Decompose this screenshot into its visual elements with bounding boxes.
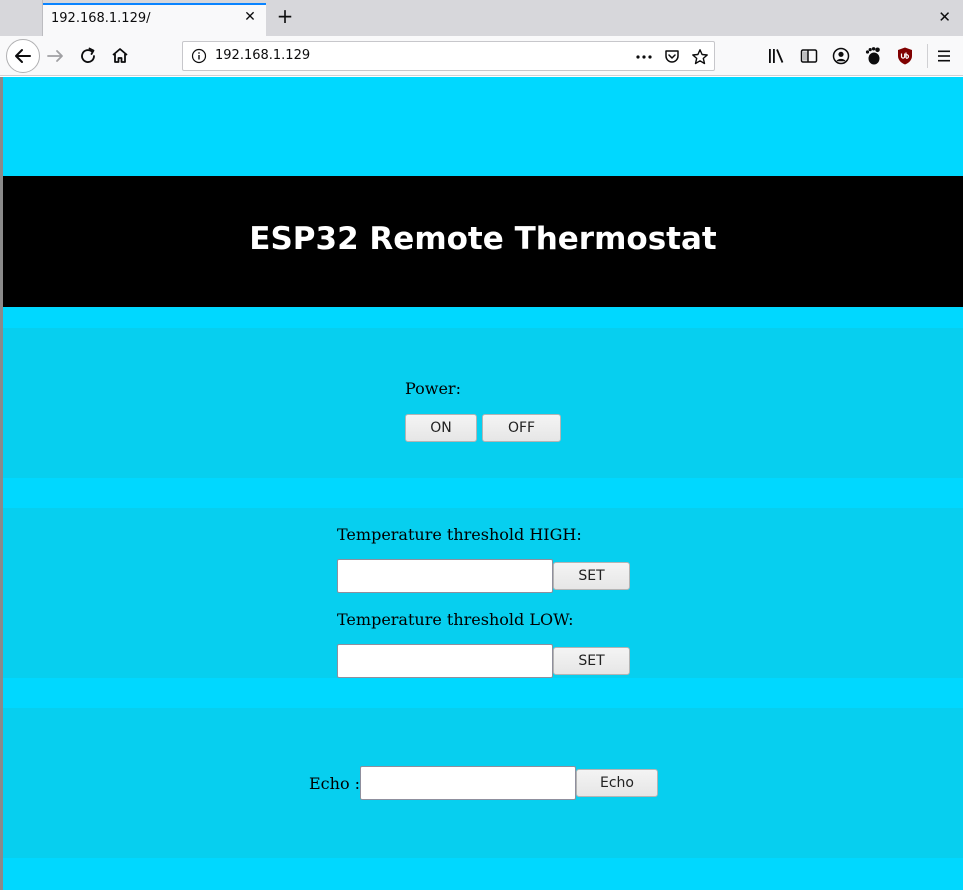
sidebar-icon	[800, 49, 818, 63]
page-actions-button[interactable]	[634, 47, 654, 67]
more-icon	[636, 55, 652, 59]
power-on-button[interactable]: ON	[405, 414, 477, 442]
home-button[interactable]	[108, 44, 132, 68]
forward-button[interactable]	[44, 44, 68, 68]
back-button[interactable]	[6, 39, 40, 73]
threshold-panel: Temperature threshold HIGH: SET Temperat…	[3, 508, 963, 678]
url-actions	[634, 46, 710, 68]
url-text: 192.168.1.129	[215, 48, 311, 63]
toolbar-separator	[927, 44, 928, 68]
threshold-low-input[interactable]	[337, 644, 553, 678]
sidebar-button[interactable]	[797, 44, 821, 68]
star-icon	[692, 49, 708, 65]
gnome-extension-button[interactable]	[861, 44, 885, 68]
bookmark-button[interactable]	[690, 47, 710, 67]
echo-label: Echo :	[309, 774, 361, 793]
ublock-button[interactable]	[893, 44, 917, 68]
url-bar[interactable]: 192.168.1.129	[182, 41, 715, 71]
power-off-button[interactable]: OFF	[482, 414, 561, 442]
pocket-icon	[665, 50, 679, 63]
page-title: ESP32 Remote Thermostat	[249, 221, 717, 257]
reload-button[interactable]	[76, 44, 100, 68]
page-content: ESP32 Remote Thermostat Power: ON OFF Te…	[3, 77, 963, 890]
account-button[interactable]	[829, 44, 853, 68]
back-arrow-icon	[15, 49, 31, 63]
tab-title: 192.168.1.129/	[51, 11, 151, 26]
threshold-high-input[interactable]	[337, 559, 553, 593]
echo-input[interactable]	[360, 766, 576, 800]
library-button[interactable]	[764, 44, 788, 68]
echo-button[interactable]: Echo	[576, 769, 658, 797]
tab-close-icon[interactable]: ✕	[242, 9, 258, 25]
threshold-high-label: Temperature threshold HIGH:	[337, 525, 582, 544]
hamburger-menu-icon	[938, 50, 950, 62]
threshold-high-set-button[interactable]: SET	[553, 562, 630, 590]
threshold-low-label: Temperature threshold LOW:	[337, 610, 574, 629]
navigation-toolbar: 192.168.1.129	[0, 36, 963, 76]
menu-button[interactable]	[932, 44, 956, 68]
echo-panel: Echo : Echo	[3, 708, 963, 858]
threshold-low-set-button[interactable]: SET	[553, 647, 630, 675]
window-close-icon[interactable]: ✕	[938, 8, 951, 26]
gnome-foot-icon	[865, 47, 880, 65]
header-band: ESP32 Remote Thermostat	[3, 176, 963, 307]
home-icon	[112, 48, 128, 63]
new-tab-button[interactable]: +	[274, 6, 296, 28]
ublock-shield-icon	[898, 47, 912, 65]
info-icon[interactable]	[191, 48, 207, 64]
reload-icon	[81, 47, 95, 63]
power-label: Power:	[405, 379, 461, 398]
active-tab[interactable]: 192.168.1.129/ ✕	[43, 3, 266, 36]
pocket-button[interactable]	[662, 47, 682, 67]
tab-bar: 192.168.1.129/ ✕ + ✕	[0, 0, 963, 36]
forward-arrow-icon	[47, 50, 63, 62]
tab-strip-spacer	[0, 0, 43, 36]
power-panel: Power: ON OFF	[3, 328, 963, 478]
account-icon	[832, 47, 850, 65]
library-icon	[769, 49, 784, 63]
